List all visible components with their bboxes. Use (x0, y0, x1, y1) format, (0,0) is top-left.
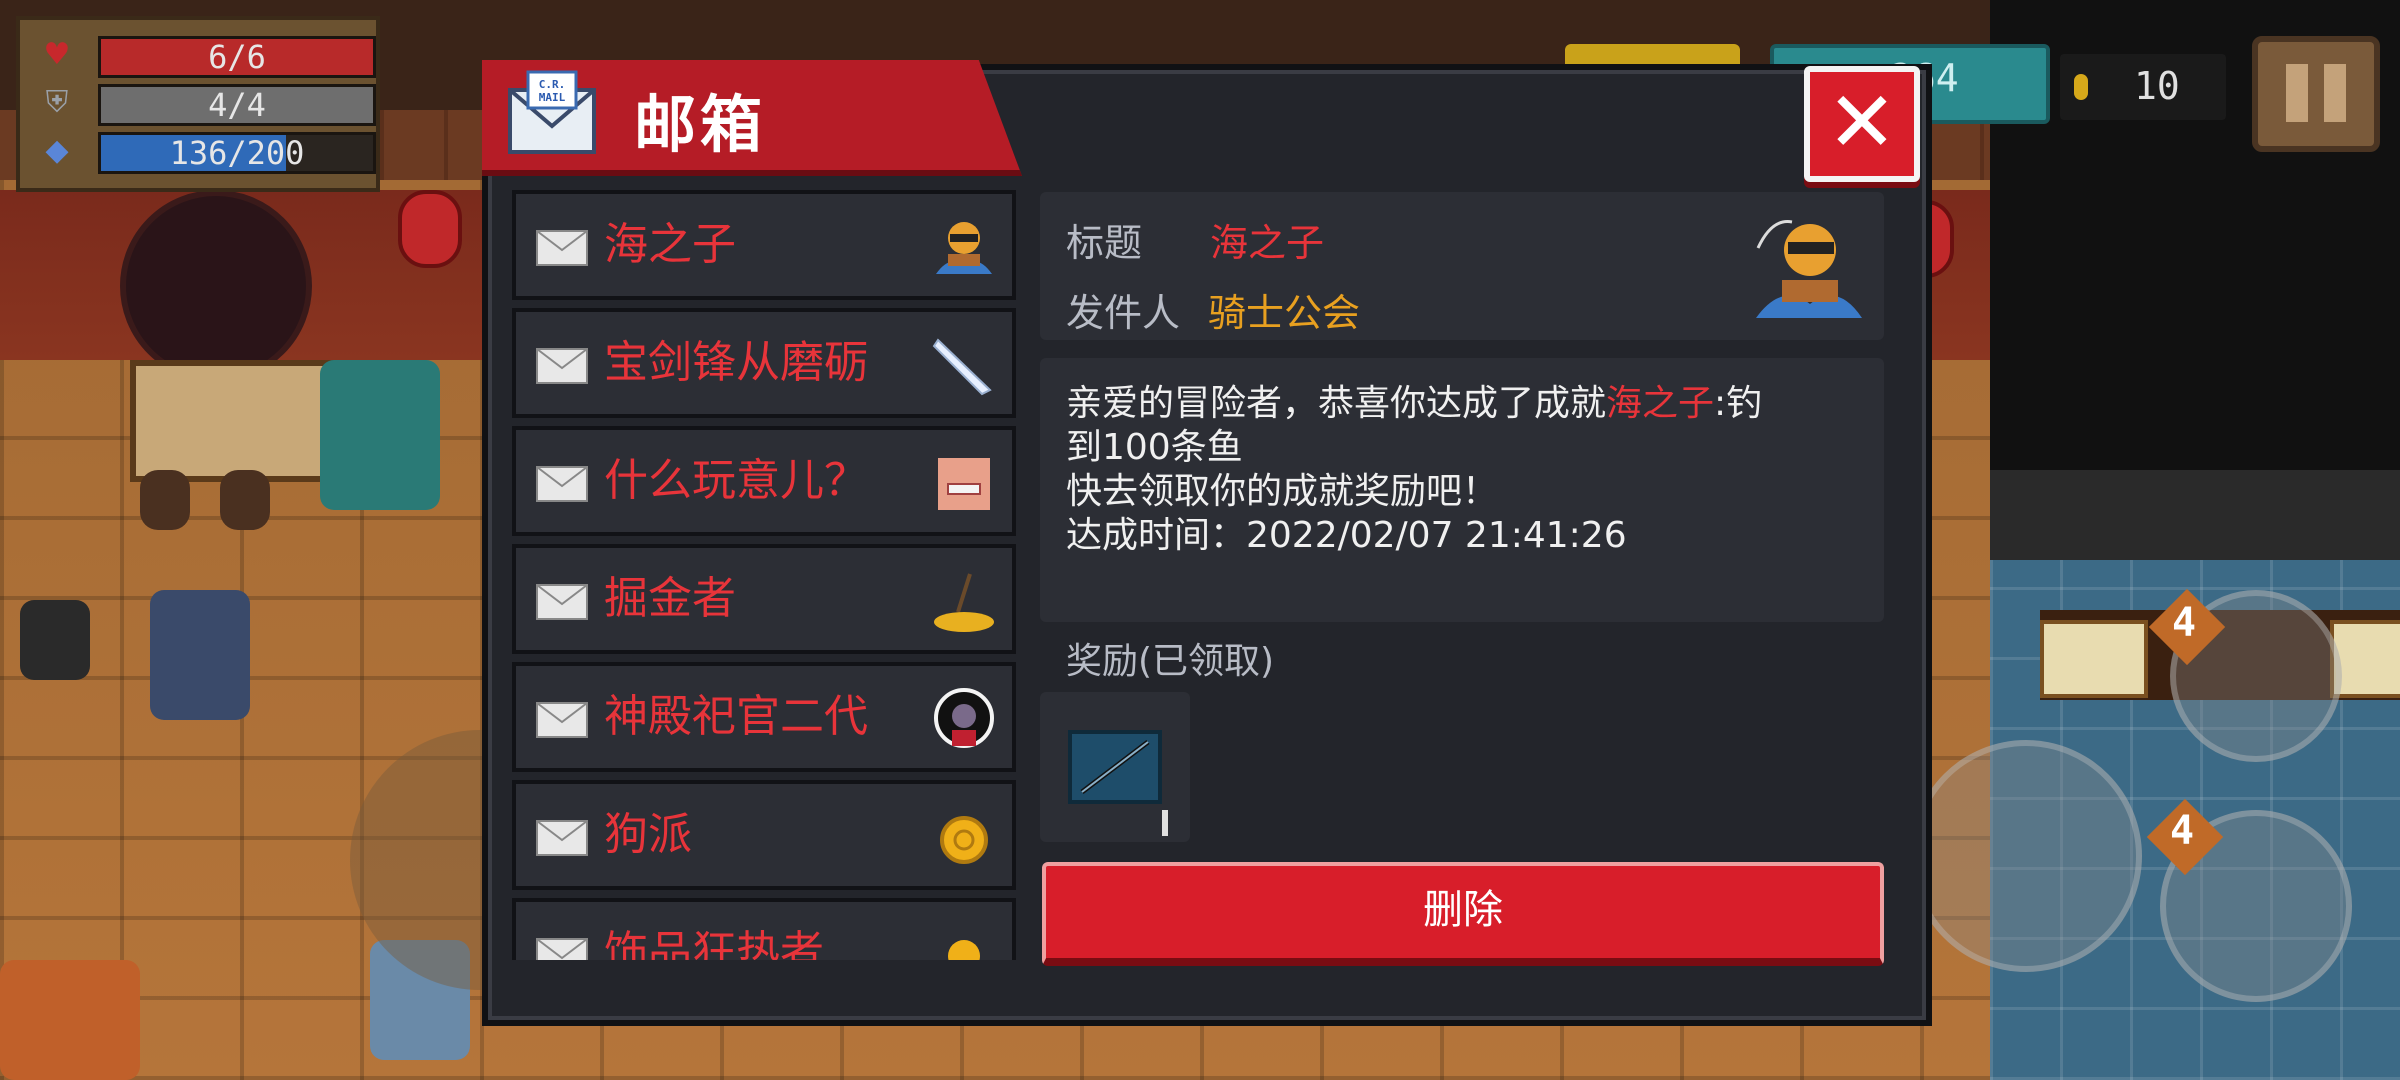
pause-icon (2286, 64, 2308, 122)
mail-subject: 什么玩意儿？ (604, 455, 868, 506)
diamond-icon: ◆ (45, 133, 69, 168)
achievement-name: 海之子 (1606, 383, 1715, 424)
map-table (130, 360, 352, 482)
title-label: 标题 (1066, 221, 1143, 265)
envelope-icon (536, 820, 588, 856)
svg-text:MAIL: MAIL (539, 91, 566, 104)
mail-list-item[interactable]: 掘金者 (512, 544, 1016, 654)
weapon-level-number: 4 (2172, 600, 2197, 646)
svg-text:C.R.: C.R. (539, 78, 566, 91)
mailbox-title: 邮箱 (634, 88, 767, 161)
coin-icon (2074, 74, 2088, 100)
gold-coin-icon (940, 816, 988, 864)
mail-list-item[interactable]: 神殿祀官二代 (512, 662, 1016, 772)
reward-label: 奖励(已领取) (1066, 641, 1275, 682)
hp-row: ♥ 6/6 (34, 34, 376, 78)
mail-subject: 掘金者 (604, 573, 736, 624)
pot-icon (220, 470, 270, 530)
mail-list-item[interactable]: 海之子 (512, 190, 1016, 300)
pause-button[interactable] (2252, 36, 2380, 152)
reward-count (1162, 810, 1168, 836)
face-icon (938, 458, 990, 510)
title-value: 海之子 (1210, 221, 1325, 265)
npc-character (320, 360, 440, 510)
sea-child-avatar-icon (1756, 220, 1862, 318)
mail-list[interactable]: 海之子 宝剑锋从磨砺 什么玩意儿？ 掘金者 神殿祀官二代 狗派 饰品狂热者 (508, 190, 1016, 960)
reward-slot[interactable] (1040, 692, 1190, 842)
player-stats-panel: ♥ 6/6 ⛨ 4/4 ◆ 136/200 (16, 16, 380, 192)
envelope-icon (536, 466, 588, 502)
sword-feather-icon (932, 338, 992, 396)
round-wall-decoration (120, 190, 312, 382)
player-character (150, 590, 250, 720)
gold-pile-icon (934, 573, 994, 632)
envelope-icon (536, 584, 588, 620)
skill-level-number: 4 (2170, 808, 2195, 854)
shield-icon: ⛨ (45, 85, 69, 120)
close-icon: ✕ (1826, 73, 1898, 171)
heart-icon: ♥ (43, 37, 71, 72)
body-text: :钓 (1714, 383, 1763, 424)
mail-body: 亲爱的冒险者，恭喜你达成了成就海之子:钓 到100条鱼 快去领取你的成就奖励吧！… (1040, 358, 1884, 622)
npc-character (20, 600, 90, 680)
priest-avatar-icon (934, 688, 994, 748)
armor-row: ⛨ 4/4 (34, 82, 376, 126)
envelope-icon (536, 348, 588, 384)
mail-list-item[interactable]: 狗派 (512, 780, 1016, 890)
armor-bar: 4/4 (98, 84, 376, 126)
pause-icon (2324, 64, 2346, 122)
energy-text: 136/200 (169, 134, 305, 172)
close-button[interactable]: ✕ (1804, 66, 1920, 182)
envelope-icon (536, 702, 588, 738)
envelope-icon (536, 230, 588, 266)
coins-value: 10 (2134, 64, 2180, 108)
mail-list-item[interactable]: 宝剑锋从磨砺 (512, 308, 1016, 418)
mail-subject: 狗派 (604, 809, 692, 860)
room-wall (1990, 470, 2400, 560)
sea-child-avatar-icon (936, 222, 992, 274)
flower-decoration (0, 960, 140, 1080)
mail-subject: 饰品狂热者 (604, 927, 824, 960)
mail-envelope-icon: C.R. MAIL (508, 70, 596, 154)
energy-bar: 136/200 (98, 132, 376, 174)
hp-text: 6/6 (208, 38, 266, 76)
delete-button-label: 删除 (1423, 887, 1503, 933)
energy-row: ◆ 136/200 (34, 130, 376, 174)
fishing-rod-icon (1068, 730, 1162, 804)
hp-bar: 6/6 (98, 36, 376, 78)
pot-icon (140, 470, 190, 530)
mail-list-item[interactable]: 什么玩意儿？ (512, 426, 1016, 536)
scroll-decoration (2040, 620, 2148, 698)
mail-subject: 宝剑锋从磨砺 (604, 337, 868, 388)
attack-button[interactable] (1910, 740, 2142, 972)
gold-item-icon (948, 940, 980, 960)
delete-button[interactable]: 删除 (1042, 862, 1884, 966)
sender-label: 发件人 (1066, 291, 1181, 335)
lantern-icon (398, 190, 462, 268)
sender-value: 骑士公会 (1208, 291, 1361, 335)
mail-subject: 神殿祀官二代 (604, 691, 868, 742)
achievement-time: 达成时间：2022/02/07 21:41:26 (1066, 515, 1627, 556)
mail-subject: 海之子 (604, 219, 736, 270)
armor-text: 4/4 (208, 86, 266, 124)
envelope-icon (536, 938, 588, 960)
mail-list-item[interactable]: 饰品狂热者 (512, 898, 1016, 960)
